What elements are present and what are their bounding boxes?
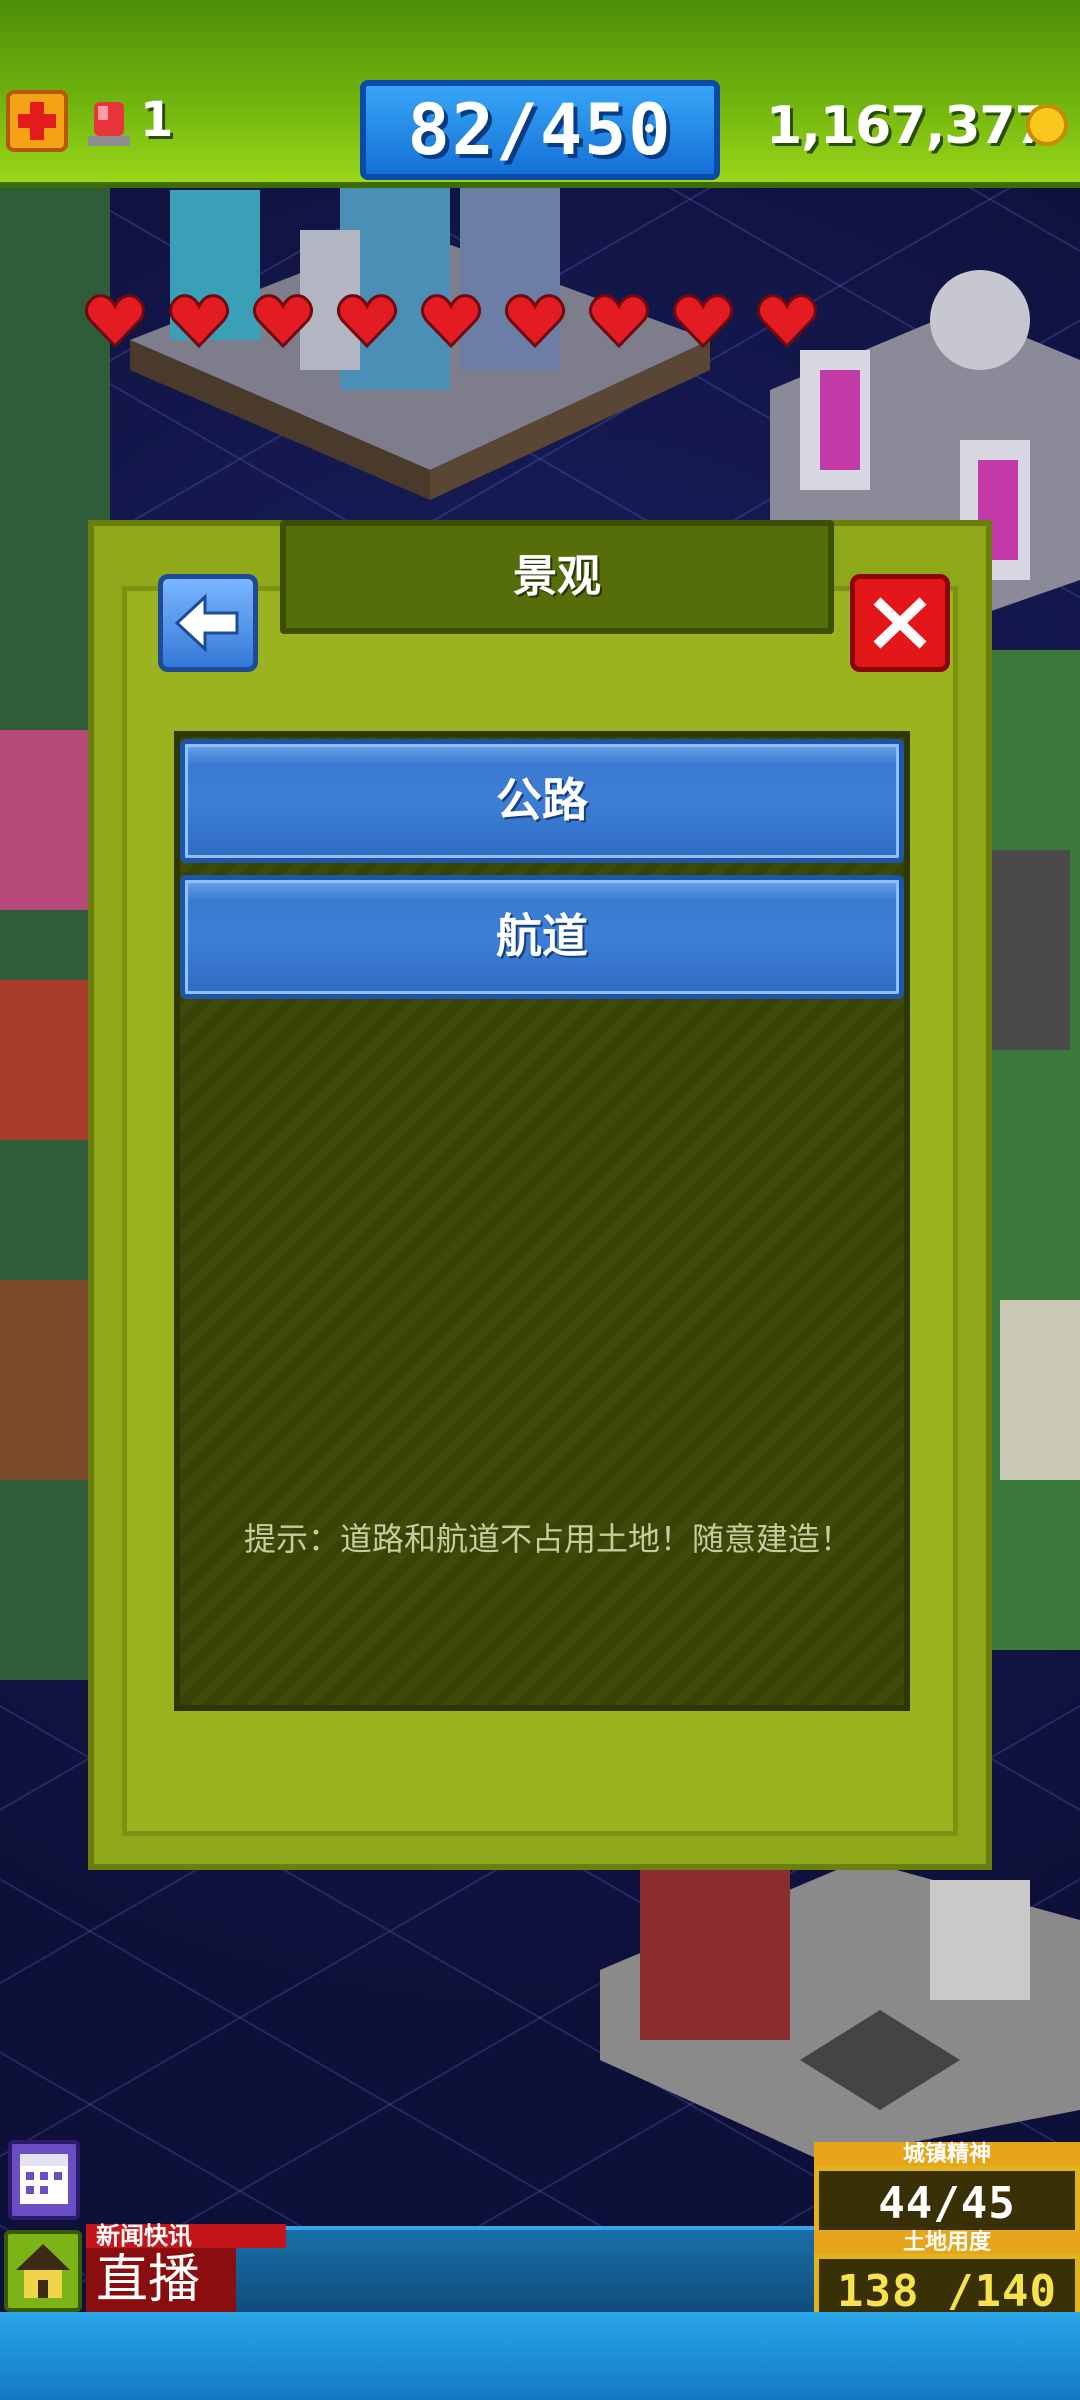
waterway-button[interactable]: 航道 — [180, 875, 904, 999]
calendar-icon — [20, 2154, 68, 2204]
heart-icon — [84, 294, 146, 349]
money-amount: 1,167,377 — [766, 96, 1051, 156]
home-button[interactable] — [4, 2230, 82, 2312]
heart-icon — [168, 294, 230, 349]
alarm-count: 1 — [140, 92, 174, 148]
option-list: 公路 航道 提示：道路和航道不占用土地！随意建造！ — [174, 731, 910, 1711]
close-button[interactable] — [850, 574, 950, 672]
population-counter[interactable]: 82/450 — [360, 80, 720, 180]
coin-icon — [1026, 104, 1068, 146]
town-spirit-title: 城镇精神 — [814, 2142, 1080, 2168]
live-label: 直播 — [86, 2248, 236, 2312]
heart-icon — [420, 294, 482, 349]
close-icon — [873, 597, 927, 649]
heart-icon — [252, 294, 314, 349]
title-tab: 景观 — [280, 520, 834, 634]
news-tag: 新闻快讯 — [86, 2224, 286, 2248]
heart-icon — [336, 294, 398, 349]
landscape-modal: 景观 公路 航道 提示：道路和航道不占用土地！随意建造！ — [88, 520, 992, 1870]
right-town-island[interactable] — [990, 650, 1080, 1650]
house-icon — [16, 2244, 70, 2298]
bottom-strip — [0, 2312, 1080, 2400]
land-usage-title: 土地用度 — [814, 2230, 1080, 2256]
top-bar: 1 82/450 1,167,377 — [0, 0, 1080, 188]
back-arrow-icon — [174, 593, 239, 653]
siren-icon[interactable] — [88, 96, 130, 148]
modal-title: 景观 — [513, 551, 601, 602]
heart-icon — [504, 294, 566, 349]
heart-icon — [588, 294, 650, 349]
bottom-island[interactable] — [600, 1860, 1080, 2160]
road-button[interactable]: 公路 — [180, 739, 904, 863]
medical-cross-button[interactable] — [6, 90, 68, 152]
back-button[interactable] — [158, 574, 258, 672]
hearts-row — [84, 290, 844, 360]
heart-icon — [672, 294, 734, 349]
heart-icon — [756, 294, 818, 349]
hint-text: 提示：道路和航道不占用土地！随意建造！ — [243, 1520, 852, 1558]
calendar-button[interactable] — [8, 2140, 80, 2220]
